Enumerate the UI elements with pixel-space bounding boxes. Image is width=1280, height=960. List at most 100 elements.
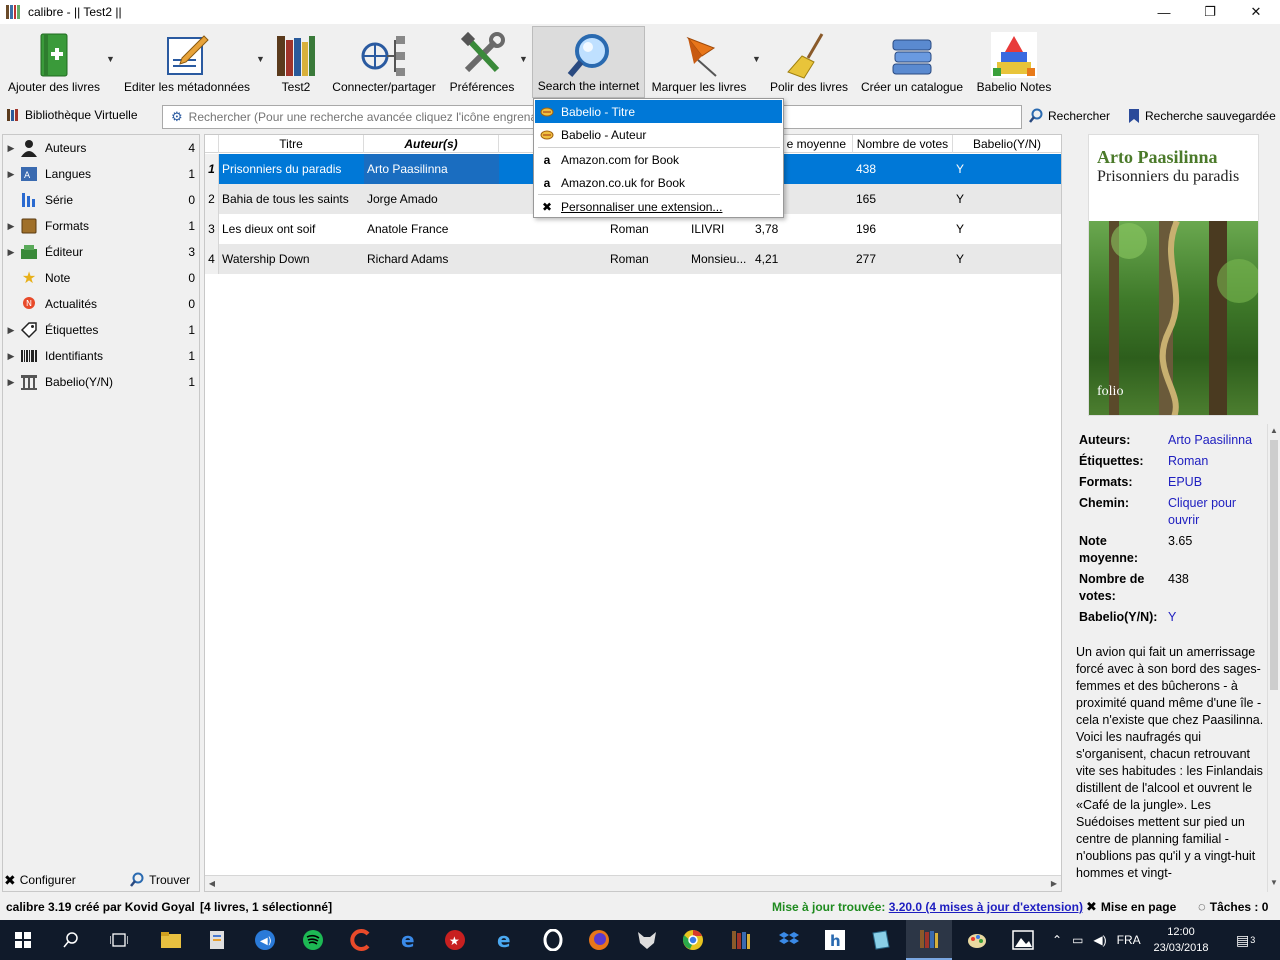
- create-catalog-button[interactable]: Créer un catalogue: [858, 26, 966, 98]
- taskbar-spotify[interactable]: [290, 920, 336, 960]
- cell-author[interactable]: Anatole France: [364, 214, 499, 244]
- tag-category-rating[interactable]: ★ Note 0: [3, 265, 199, 291]
- cell-babelio[interactable]: Y: [953, 214, 1061, 244]
- edit-metadata-dropdown-icon[interactable]: ▼: [256, 54, 266, 64]
- column-header-authors[interactable]: Auteur(s): [364, 135, 499, 153]
- preferences-dropdown-icon[interactable]: ▼: [519, 54, 529, 64]
- column-header-votes[interactable]: Nombre de votes: [853, 135, 953, 153]
- taskbar-app-3[interactable]: ◀): [242, 920, 288, 960]
- saved-search-button[interactable]: Recherche sauvegardée: [1128, 108, 1276, 124]
- expand-arrow-icon[interactable]: ▶: [3, 247, 19, 258]
- tag-category-formats[interactable]: ▶ Formats 1: [3, 213, 199, 239]
- cell-author[interactable]: Arto Paasilinna: [364, 154, 499, 184]
- babelio-notes-button[interactable]: Babelio Notes: [972, 26, 1056, 98]
- book-cover[interactable]: Arto Paasilinna Prisonniers du paradis f…: [1088, 134, 1259, 416]
- taskbar-opera[interactable]: [530, 920, 576, 960]
- search-internet-button[interactable]: Search the internet: [532, 26, 645, 98]
- cell-votes[interactable]: 277: [853, 244, 953, 274]
- menu-item-amazon-uk[interactable]: a Amazon.co.uk for Book: [535, 171, 782, 194]
- mark-books-dropdown-icon[interactable]: ▼: [752, 54, 762, 64]
- edit-metadata-button[interactable]: Editer les métadonnées: [122, 26, 252, 98]
- tag-category-authors[interactable]: ▶ Auteurs 4: [3, 135, 199, 161]
- cell-publisher[interactable]: Monsieu...: [688, 244, 752, 274]
- add-books-dropdown-icon[interactable]: ▼: [106, 54, 116, 64]
- start-button[interactable]: [0, 920, 46, 960]
- table-row[interactable]: 4 Watership Down Richard Adams Roman Mon…: [205, 244, 1061, 274]
- cell-title[interactable]: Les dieux ont soif: [219, 214, 364, 244]
- cell-title[interactable]: Prisonniers du paradis: [219, 154, 364, 184]
- mark-books-button[interactable]: Marquer les livres: [650, 26, 748, 98]
- taskbar-ie[interactable]: e: [482, 920, 528, 960]
- action-center-button[interactable]: ▤ 3: [1236, 920, 1255, 960]
- volume-icon[interactable]: ◀): [1093, 933, 1106, 947]
- task-view-button[interactable]: [96, 920, 142, 960]
- chevron-up-icon[interactable]: ⌃: [1052, 933, 1062, 947]
- cell-votes[interactable]: 165: [853, 184, 953, 214]
- menu-item-babelio-author[interactable]: Babelio - Auteur: [535, 123, 782, 146]
- tag-category-babelio[interactable]: ▶ Babelio(Y/N) 1: [3, 369, 199, 395]
- jobs-button[interactable]: ◌ Tâches : 0: [1198, 899, 1268, 914]
- polish-books-button[interactable]: Polir des livres: [768, 26, 850, 98]
- cell-babelio[interactable]: Y: [953, 244, 1061, 274]
- cell-author[interactable]: Richard Adams: [364, 244, 499, 274]
- tag-category-languages[interactable]: ▶ A Langues 1: [3, 161, 199, 187]
- search-button[interactable]: Rechercher: [1028, 108, 1110, 124]
- scroll-down-icon[interactable]: ▼: [1268, 878, 1280, 890]
- scroll-thumb[interactable]: [1270, 440, 1278, 690]
- tag-category-news[interactable]: N Actualités 0: [3, 291, 199, 317]
- network-icon[interactable]: ▭: [1072, 933, 1083, 947]
- column-header-title[interactable]: Titre: [219, 135, 364, 153]
- library-button[interactable]: Test2: [270, 26, 322, 98]
- taskbar-app-2[interactable]: [194, 920, 240, 960]
- cell-tags[interactable]: Roman: [607, 244, 687, 274]
- cell-tags[interactable]: Roman: [607, 214, 687, 244]
- expand-arrow-icon[interactable]: ▶: [3, 325, 19, 336]
- horizontal-scrollbar[interactable]: ◀ ▶: [205, 875, 1061, 891]
- update-link[interactable]: 3.20.0 (4 mises à jour d'extension): [889, 900, 1083, 914]
- taskbar-photos[interactable]: [1000, 920, 1046, 960]
- tag-category-identifiers[interactable]: ▶ Identifiants 1: [3, 343, 199, 369]
- menu-item-amazon-com[interactable]: a Amazon.com for Book: [535, 148, 782, 171]
- menu-item-babelio-title[interactable]: Babelio - Titre: [535, 100, 782, 123]
- add-books-button[interactable]: Ajouter des livres: [6, 26, 102, 98]
- cell-babelio[interactable]: Y: [953, 154, 1061, 184]
- cell-title[interactable]: Watership Down: [219, 244, 364, 274]
- table-row[interactable]: 3 Les dieux ont soif Anatole France Roma…: [205, 214, 1061, 244]
- cell-author[interactable]: Jorge Amado: [364, 184, 499, 214]
- taskbar-chrome[interactable]: [670, 920, 716, 960]
- cell-title[interactable]: Bahia de tous les saints: [219, 184, 364, 214]
- taskbar-paint[interactable]: [954, 920, 1000, 960]
- virtual-library-button[interactable]: Bibliothèque Virtuelle: [6, 108, 138, 122]
- cell-votes[interactable]: 438: [853, 154, 953, 184]
- configure-button[interactable]: ✖ Configurer: [4, 872, 76, 889]
- clock[interactable]: 12:00 23/03/2018: [1148, 924, 1214, 956]
- connect-share-button[interactable]: Connecter/partager: [328, 26, 440, 98]
- expand-arrow-icon[interactable]: ▶: [3, 221, 19, 232]
- taskbar-app-book[interactable]: [858, 920, 904, 960]
- cell-rating[interactable]: 4,21: [752, 244, 852, 274]
- cell-rating[interactable]: 3,78: [752, 214, 852, 244]
- taskbar-calibre-active[interactable]: [906, 920, 952, 960]
- maximize-button[interactable]: ❐: [1187, 0, 1233, 24]
- expand-arrow-icon[interactable]: ▶: [3, 169, 19, 180]
- taskbar-explorer[interactable]: [148, 920, 194, 960]
- expand-arrow-icon[interactable]: ▶: [3, 143, 19, 154]
- close-button[interactable]: ✕: [1233, 0, 1279, 24]
- scroll-right-icon[interactable]: ▶: [1047, 876, 1061, 892]
- cell-publisher[interactable]: ILIVRI: [688, 214, 752, 244]
- taskbar-pokerstars[interactable]: ★: [432, 920, 478, 960]
- find-button[interactable]: Trouver: [129, 872, 190, 888]
- search-input[interactable]: [188, 110, 549, 124]
- taskbar-app-h[interactable]: h: [812, 920, 858, 960]
- preferences-button[interactable]: Préférences: [448, 26, 516, 98]
- taskbar-search-button[interactable]: [48, 920, 94, 960]
- taskbar-app-fox[interactable]: [624, 920, 670, 960]
- tag-category-publisher[interactable]: ▶ Éditeur 3: [3, 239, 199, 265]
- taskbar-firefox[interactable]: [576, 920, 622, 960]
- layout-button[interactable]: ✖ Mise en page: [1086, 899, 1176, 915]
- taskbar-dropbox[interactable]: [766, 920, 812, 960]
- scroll-up-icon[interactable]: ▲: [1268, 426, 1280, 438]
- taskbar-edge[interactable]: e: [386, 920, 432, 960]
- scroll-left-icon[interactable]: ◀: [205, 876, 219, 892]
- expand-arrow-icon[interactable]: ▶: [3, 351, 19, 362]
